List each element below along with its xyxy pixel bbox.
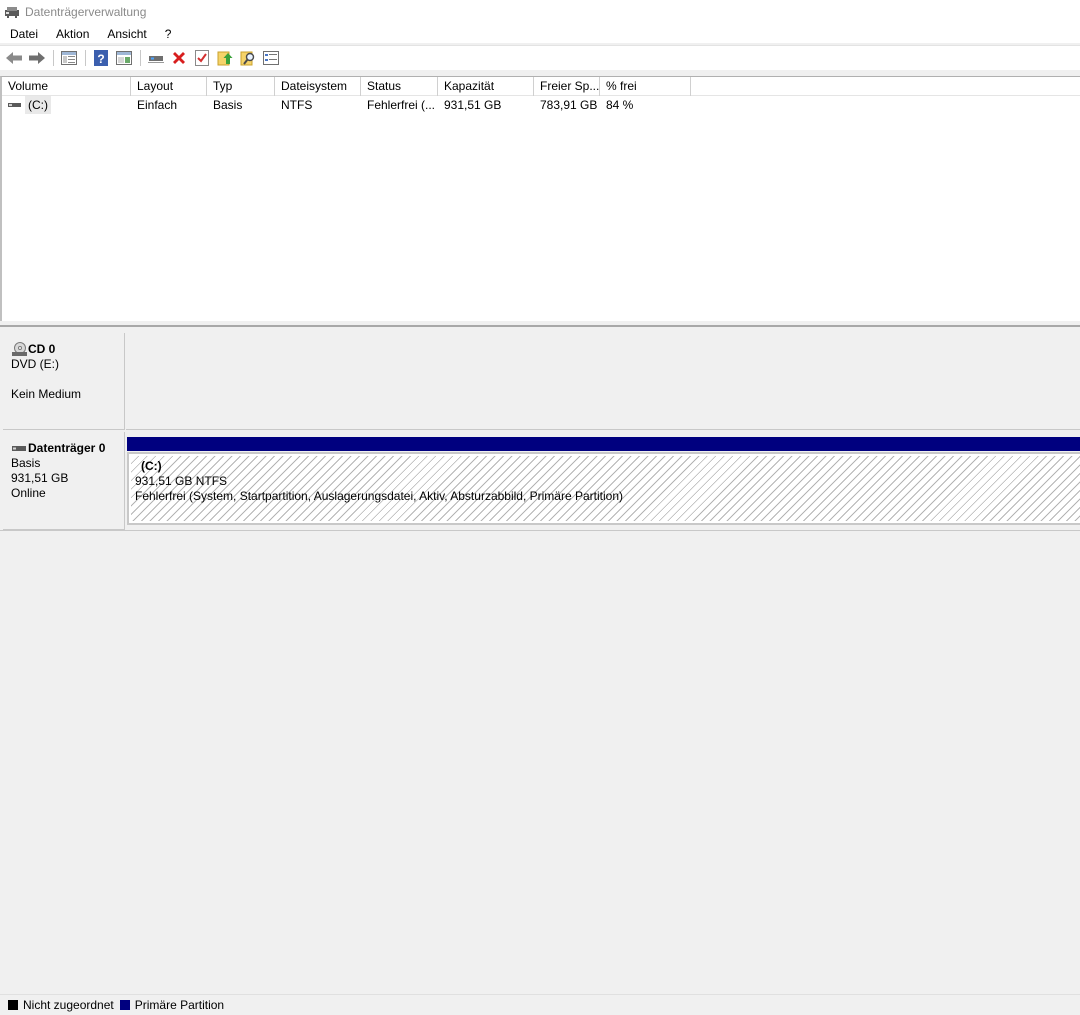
export-icon[interactable] xyxy=(215,48,235,68)
partition-size-filesystem: 931,51 GB NTFS xyxy=(135,474,228,488)
volume-name: (C:) xyxy=(25,96,51,114)
console-tree-icon[interactable] xyxy=(59,48,79,68)
partition-name: (C:) xyxy=(141,459,162,473)
table-row[interactable]: (C:) Einfach Basis NTFS Fehlerfrei (... … xyxy=(2,96,1080,114)
legend: Nicht zugeordnet Primäre Partition xyxy=(0,994,1080,1015)
column-header-kapazitaet[interactable]: Kapazität xyxy=(438,77,534,96)
cd-drive-type: DVD (E:) xyxy=(11,357,59,371)
search-icon[interactable] xyxy=(238,48,258,68)
partition-header-bar xyxy=(127,437,1080,451)
legend-swatch-unallocated xyxy=(8,1000,18,1010)
volume-cell: (C:) xyxy=(2,96,131,114)
help-icon[interactable]: ? xyxy=(91,48,111,68)
column-header-prozent-frei[interactable]: % frei xyxy=(600,77,691,96)
cd-drive-icon xyxy=(11,342,28,357)
window-title: Datenträgerverwaltung xyxy=(25,5,147,19)
check-icon[interactable] xyxy=(192,48,212,68)
column-header-typ[interactable]: Typ xyxy=(207,77,275,96)
disk0-type: Basis xyxy=(11,456,41,470)
hard-disk-icon xyxy=(11,444,28,454)
cd-drive-media-status: Kein Medium xyxy=(11,387,82,401)
disk-graphical-view: CD 0 DVD (E:) Kein Medium Datenträger 0 … xyxy=(0,329,1080,994)
forward-icon[interactable] xyxy=(27,48,47,68)
menu-ansicht[interactable]: Ansicht xyxy=(97,24,154,44)
toolbar-separator xyxy=(85,50,86,66)
cd-drive-label[interactable]: CD 0 DVD (E:) Kein Medium xyxy=(3,333,125,430)
toolbar-separator xyxy=(53,50,54,66)
properties-view-icon[interactable] xyxy=(114,48,134,68)
partition-c-content: (C:) 931,51 GB NTFS Fehlerfrei (System, … xyxy=(131,456,1080,521)
layout-cell: Einfach xyxy=(137,98,178,112)
title-bar: Datenträgerverwaltung xyxy=(0,0,1080,24)
toolbar: ? xyxy=(0,45,1080,70)
column-header-layout[interactable]: Layout xyxy=(131,77,207,96)
menu-aktion[interactable]: Aktion xyxy=(46,24,97,44)
column-header-volume[interactable]: Volume xyxy=(2,77,131,96)
disk0-name: Datenträger 0 xyxy=(28,441,106,455)
volume-list-header: Volume Layout Typ Dateisystem Status Kap… xyxy=(2,77,1080,96)
menu-help[interactable]: ? xyxy=(155,24,180,44)
legend-item-unallocated: Nicht zugeordnet xyxy=(8,998,114,1012)
divider xyxy=(0,530,1080,532)
svg-text:?: ? xyxy=(97,52,104,66)
delete-icon[interactable] xyxy=(169,48,189,68)
legend-swatch-primary-partition xyxy=(119,1000,130,1010)
toolbar-separator xyxy=(140,50,141,66)
menu-datei[interactable]: Datei xyxy=(0,24,46,44)
connect-drive-icon[interactable] xyxy=(146,48,166,68)
dateisystem-cell: NTFS xyxy=(281,98,313,112)
legend-item-primary-partition: Primäre Partition xyxy=(119,998,225,1012)
disk0-label[interactable]: Datenträger 0 Basis 931,51 GB Online xyxy=(3,432,125,530)
list-icon[interactable] xyxy=(261,48,281,68)
disk0-state: Online xyxy=(11,486,46,500)
freier-speicher-cell: 783,91 GB xyxy=(540,98,598,112)
disk0-size: 931,51 GB xyxy=(11,471,69,485)
volume-list: Volume Layout Typ Dateisystem Status Kap… xyxy=(0,76,1080,321)
partition-status: Fehlerfrei (System, Startpartition, Ausl… xyxy=(135,489,623,503)
status-cell: Fehlerfrei (... xyxy=(367,98,436,112)
column-header-status[interactable]: Status xyxy=(361,77,438,96)
legend-label-unallocated: Nicht zugeordnet xyxy=(23,998,114,1012)
disk0-name-row: Datenträger 0 xyxy=(11,441,124,456)
disk-management-app-icon xyxy=(4,4,20,20)
prozent-frei-cell: 84 % xyxy=(606,98,634,112)
cd-drive-name-row: CD 0 xyxy=(11,342,124,357)
typ-cell: Basis xyxy=(213,98,243,112)
menu-bar: Datei Aktion Ansicht ? xyxy=(0,24,1080,44)
cd-drive-name: CD 0 xyxy=(28,342,56,356)
column-header-freier-speicher[interactable]: Freier Sp... xyxy=(534,77,600,96)
disk0-area: (C:) 931,51 GB NTFS Fehlerfrei (System, … xyxy=(126,432,1080,530)
cd-drive-area[interactable] xyxy=(126,333,1080,430)
column-header-dateisystem[interactable]: Dateisystem xyxy=(275,77,361,96)
pane-splitter[interactable] xyxy=(0,321,1080,327)
partition-c[interactable]: (C:) 931,51 GB NTFS Fehlerfrei (System, … xyxy=(127,452,1080,525)
volume-drive-icon xyxy=(8,100,22,110)
back-icon[interactable] xyxy=(4,48,24,68)
kapazitaet-cell: 931,51 GB xyxy=(444,98,502,112)
legend-label-primary-partition: Primäre Partition xyxy=(134,998,225,1012)
